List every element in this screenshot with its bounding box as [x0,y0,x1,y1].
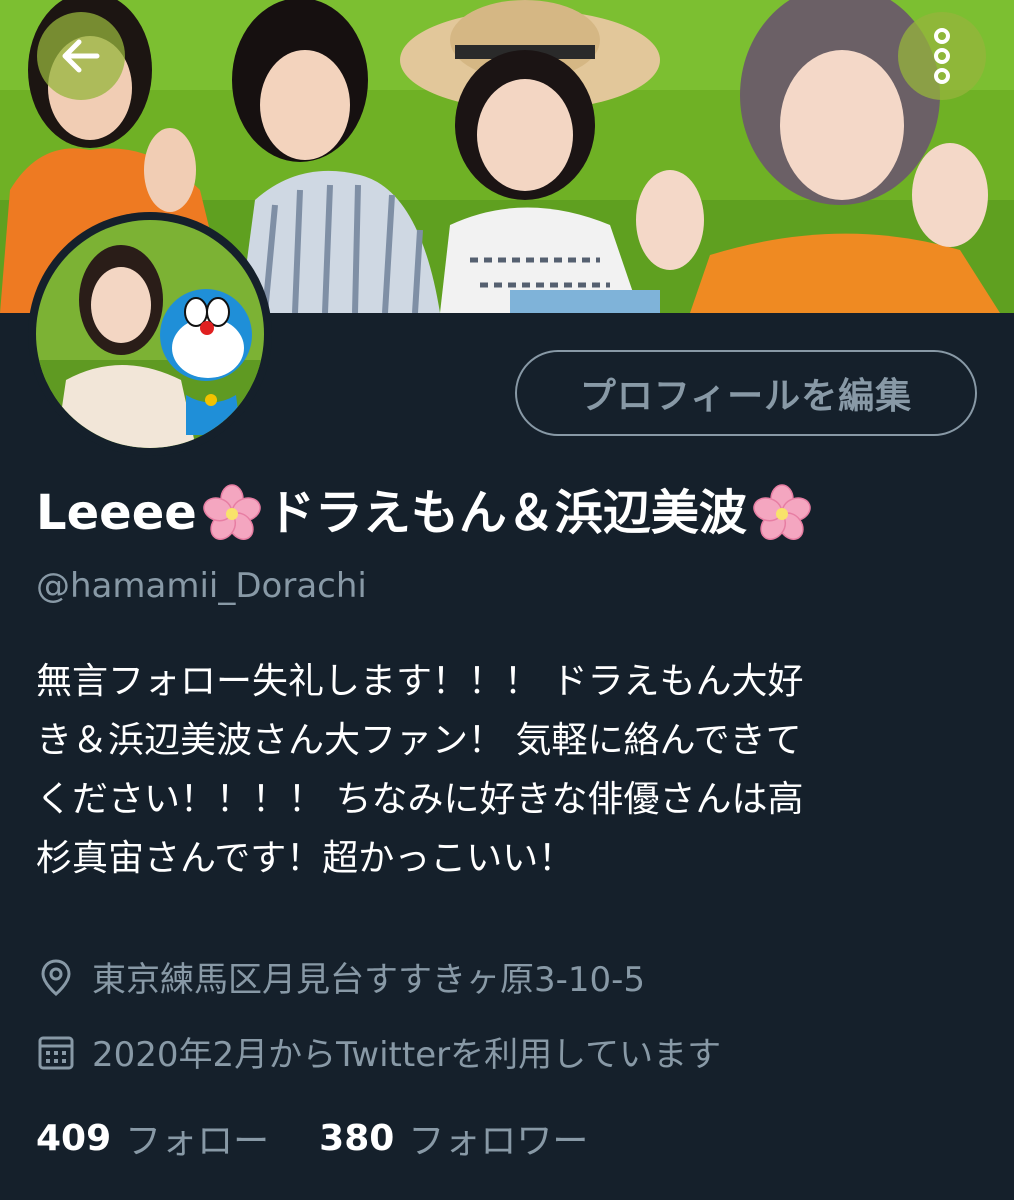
profile-location: 東京練馬区月見台すすきヶ原3-10-5 [36,952,645,1001]
location-pin-icon [41,958,71,996]
join-date-text: 2020年2月からTwitterを利用しています [92,1035,722,1075]
back-button[interactable] [37,12,125,100]
profile-bio: 無言フォロー失礼します！！！ ドラえもん大好 き＆浜辺美波さん大ファン！ 気軽に… [36,652,966,888]
followers-label: フォロワー [408,1121,589,1162]
followers-count: 380 [319,1117,395,1159]
edit-profile-label: プロフィールを編集 [579,376,913,417]
followers-link[interactable]: 380 フォロワー [319,1112,588,1164]
following-count: 409 [36,1117,112,1159]
display-name: Leeee ドラえもん＆浜辺美波 [36,480,996,546]
more-options-button[interactable] [898,12,986,100]
profile-join-date: 2020年2月からTwitterを利用しています [36,1027,721,1076]
location-text: 東京練馬区月見台すすきヶ原3-10-5 [92,960,646,1000]
profile-avatar[interactable] [28,212,272,456]
edit-profile-button[interactable]: プロフィールを編集 [515,350,977,436]
following-label: フォロー [125,1121,270,1162]
bio-line: ください！！！！ ちなみに好きな俳優さんは高 [36,779,804,820]
arrow-left-icon [62,39,100,73]
calendar-icon [38,1036,74,1069]
follow-stats: 409 フォロー 380 フォロワー [36,1112,638,1164]
following-link[interactable]: 409 フォロー [36,1112,269,1164]
bio-line: 杉真宙さんです！超かっこいい！ [36,838,575,879]
bio-line: 無言フォロー失礼します！！！ ドラえもん大好 [36,661,804,702]
display-name-prefix: Leeee [36,485,197,541]
vertical-ellipsis-icon [934,28,950,84]
user-handle: @hamamii_Dorachi [36,566,367,606]
display-name-main: ドラえもん＆浜辺美波 [266,485,747,541]
cherry-blossom-icon [753,484,811,540]
bio-line: き＆浜辺美波さん大ファン！ 気軽に絡んできて [36,720,802,761]
avatar-image [36,220,264,448]
cherry-blossom-icon [203,484,261,540]
